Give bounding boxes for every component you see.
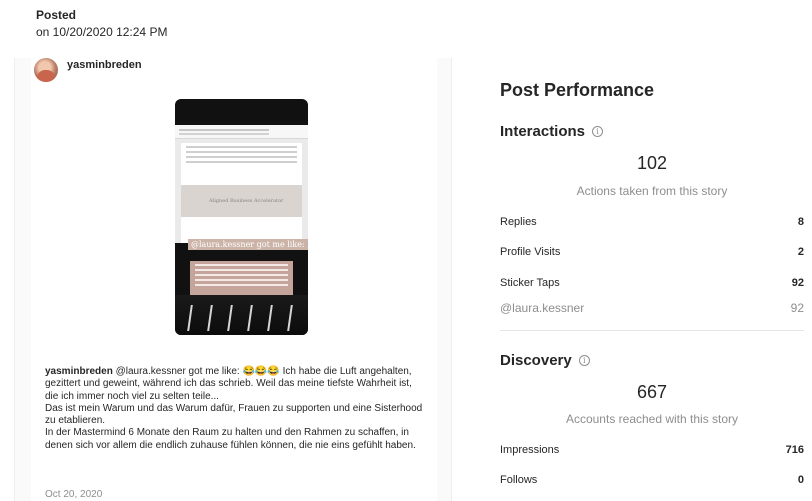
metric-value: 716 [785,444,804,456]
interactions-total-label: Actions taken from this story [576,184,728,198]
metric-label: Sticker Taps [500,277,560,289]
metric-row-follows: Follows 0 [500,474,804,486]
story-doc-toolbar [175,125,308,139]
interactions-title: Interactions [500,123,586,140]
metric-value: 8 [797,216,804,228]
posted-label: Posted [36,8,77,22]
discovery-total-label: Accounts reached with this story [565,412,739,426]
story-text-overlay [190,261,293,295]
info-icon[interactable]: i [578,355,590,366]
discovery-total: 667 [636,382,668,402]
info-icon[interactable]: i [592,126,604,137]
metric-value: 0 [797,474,804,486]
section-divider [500,330,804,331]
avatar[interactable] [34,58,58,82]
story-background-image [175,295,308,335]
interactions-heading: Interactions i [500,123,604,140]
story-mention-sticker: @laura.kessner got me like: 😂😂😂 [188,239,308,250]
author-username[interactable]: yasminbreden [67,59,142,71]
metric-label: Replies [500,216,537,228]
metric-row-mention: @laura.kessner 92 [500,301,804,315]
post-performance-panel: Post Performance Interactions i 102 Acti… [500,0,804,501]
post-performance-title: Post Performance [500,80,655,100]
post-caption: yasminbreden @laura.kessner got me like:… [45,366,425,452]
metric-value: 2 [797,246,804,258]
post-date: Oct 20, 2020 [45,489,103,500]
story-banner-text: Aligned Business Accelerator [209,198,284,204]
story-doc-page: Aligned Business Accelerator [181,143,302,243]
caption-text: @laura.kessner got me like: 😂😂😂 Ich habe… [45,366,423,451]
posted-header: Posted on 10/20/2020 12:24 PM [36,8,167,39]
metric-label: Follows [500,474,538,486]
posted-date: on 10/20/2020 12:24 PM [36,25,168,39]
metric-row-sticker-taps: Sticker Taps 92 [500,277,804,289]
caption-username[interactable]: yasminbreden [45,366,113,377]
metric-value: 92 [790,301,804,315]
metric-label: @laura.kessner [500,301,585,315]
post-author[interactable]: yasminbreden [34,58,142,82]
story-document-screenshot: Aligned Business Accelerator [175,125,308,243]
discovery-title: Discovery [500,352,572,369]
discovery-heading: Discovery i [500,352,590,369]
interactions-total: 102 [636,153,668,173]
metric-row-replies: Replies 8 [500,216,804,228]
story-doc-banner: Aligned Business Accelerator [181,185,302,217]
story-preview[interactable]: Aligned Business Accelerator @laura.kess… [175,99,308,335]
metric-row-impressions: Impressions 716 [500,444,804,456]
metric-label: Impressions [500,444,560,456]
metric-row-profile-visits: Profile Visits 2 [500,246,804,258]
metric-value: 92 [791,277,804,289]
metric-label: Profile Visits [500,246,561,258]
